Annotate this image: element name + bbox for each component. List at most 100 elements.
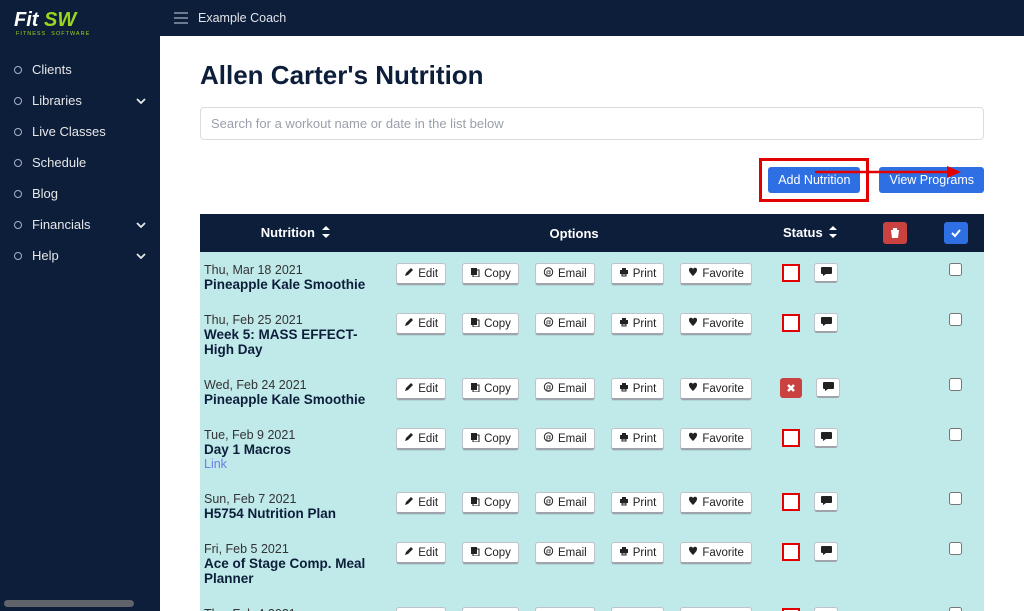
favorite-button[interactable]: Favorite	[680, 428, 752, 450]
comment-button[interactable]	[814, 313, 838, 333]
sidebar-item-schedule[interactable]: Schedule	[0, 147, 160, 178]
edit-button[interactable]: Edit	[396, 378, 446, 400]
coach-name: Example Coach	[198, 11, 286, 25]
option-label: Favorite	[702, 318, 744, 330]
edit-button[interactable]: Edit	[396, 542, 446, 564]
hamburger-icon[interactable]	[174, 12, 188, 24]
table-row: Tue, Feb 9 2021Day 1 MacrosLinkEditCopy@…	[200, 418, 984, 482]
sidebar-item-live-classes[interactable]: Live Classes	[0, 116, 160, 147]
bullet-icon	[14, 97, 22, 105]
option-label: Copy	[484, 318, 511, 330]
edit-icon	[404, 382, 414, 395]
edit-button[interactable]: Edit	[396, 607, 446, 611]
print-button[interactable]: Print	[611, 428, 665, 450]
status-checkbox[interactable]	[782, 543, 800, 561]
email-button[interactable]: @Email	[535, 492, 595, 514]
sidebar-item-financials[interactable]: Financials	[0, 209, 160, 240]
favorite-button[interactable]: Favorite	[680, 378, 752, 400]
option-label: Print	[633, 433, 657, 445]
svg-text:SW: SW	[44, 9, 78, 31]
column-header-delete[interactable]	[862, 214, 927, 253]
email-button[interactable]: @Email	[535, 542, 595, 564]
comment-button[interactable]	[814, 607, 838, 611]
sidebar-item-help[interactable]: Help	[0, 240, 160, 271]
email-button[interactable]: @Email	[535, 607, 595, 611]
check-icon	[944, 222, 968, 244]
sidebar-item-label: Blog	[32, 186, 58, 201]
column-header-nutrition[interactable]: Nutrition	[200, 214, 390, 253]
copy-button[interactable]: Copy	[462, 378, 519, 400]
print-button[interactable]: Print	[611, 542, 665, 564]
row-select-checkbox[interactable]	[949, 542, 962, 555]
column-header-select-all[interactable]	[927, 214, 984, 253]
sort-icon	[829, 226, 837, 241]
nutrition-cell: Sun, Feb 7 2021H5754 Nutrition Plan	[200, 482, 390, 532]
email-icon: @	[543, 432, 554, 445]
row-select-checkbox[interactable]	[949, 263, 962, 276]
favorite-icon	[688, 267, 698, 280]
row-select-checkbox[interactable]	[949, 378, 962, 391]
sidebar-item-clients[interactable]: Clients	[0, 54, 160, 85]
option-label: Favorite	[702, 383, 744, 395]
favorite-button[interactable]: Favorite	[680, 542, 752, 564]
print-button[interactable]: Print	[611, 607, 665, 611]
status-checkbox[interactable]	[782, 493, 800, 511]
comment-icon	[822, 380, 835, 395]
edit-button[interactable]: Edit	[396, 313, 446, 335]
comment-icon	[820, 430, 833, 445]
column-header-status[interactable]: Status	[758, 214, 862, 253]
sidebar-item-blog[interactable]: Blog	[0, 178, 160, 209]
status-cell	[758, 482, 862, 532]
email-button[interactable]: @Email	[535, 378, 595, 400]
edit-icon	[404, 546, 414, 559]
options-cell: Edit Copy @Email Print Favorite	[390, 532, 758, 597]
status-checkbox[interactable]	[782, 264, 800, 282]
comment-button[interactable]	[816, 378, 840, 398]
favorite-button[interactable]: Favorite	[680, 313, 752, 335]
copy-button[interactable]: Copy	[462, 492, 519, 514]
copy-button[interactable]: Copy	[462, 542, 519, 564]
search-input[interactable]	[200, 107, 984, 140]
email-button[interactable]: @Email	[535, 428, 595, 450]
copy-button[interactable]: Copy	[462, 263, 519, 285]
status-checkbox[interactable]	[782, 314, 800, 332]
edit-button[interactable]: Edit	[396, 263, 446, 285]
print-button[interactable]: Print	[611, 313, 665, 335]
sidebar-horizontal-scrollbar[interactable]	[4, 600, 134, 607]
sidebar-item-libraries[interactable]: Libraries	[0, 85, 160, 116]
copy-button[interactable]: Copy	[462, 313, 519, 335]
row-select-checkbox[interactable]	[949, 428, 962, 441]
option-label: Email	[558, 268, 587, 280]
comment-button[interactable]	[814, 263, 838, 283]
favorite-button[interactable]: Favorite	[680, 492, 752, 514]
row-select-checkbox[interactable]	[949, 313, 962, 326]
status-blocked-icon[interactable]	[780, 378, 802, 398]
status-checkbox[interactable]	[782, 429, 800, 447]
nutrition-cell: Thu, Feb 25 2021Week 5: MASS EFFECT- Hig…	[200, 303, 390, 368]
row-select-checkbox[interactable]	[949, 607, 962, 611]
favorite-button[interactable]: Favorite	[680, 607, 752, 611]
edit-button[interactable]: Edit	[396, 492, 446, 514]
nutrition-date: Fri, Feb 5 2021	[204, 542, 384, 556]
table-row: Thu, Feb 4 2021Monday MealsEditCopy@Emai…	[200, 597, 984, 611]
nutrition-link[interactable]: Link	[204, 457, 384, 471]
status-cell	[758, 368, 862, 418]
comment-button[interactable]	[814, 542, 838, 562]
email-button[interactable]: @Email	[535, 313, 595, 335]
nutrition-date: Sun, Feb 7 2021	[204, 492, 384, 506]
row-select-checkbox[interactable]	[949, 492, 962, 505]
comment-button[interactable]	[814, 492, 838, 512]
edit-button[interactable]: Edit	[396, 428, 446, 450]
option-label: Email	[558, 547, 587, 559]
copy-icon	[470, 317, 480, 330]
copy-button[interactable]: Copy	[462, 428, 519, 450]
option-label: Edit	[418, 497, 438, 509]
email-button[interactable]: @Email	[535, 263, 595, 285]
copy-button[interactable]: Copy	[462, 607, 519, 611]
print-button[interactable]: Print	[611, 263, 665, 285]
option-label: Print	[633, 383, 657, 395]
favorite-button[interactable]: Favorite	[680, 263, 752, 285]
print-button[interactable]: Print	[611, 378, 665, 400]
comment-button[interactable]	[814, 428, 838, 448]
print-button[interactable]: Print	[611, 492, 665, 514]
